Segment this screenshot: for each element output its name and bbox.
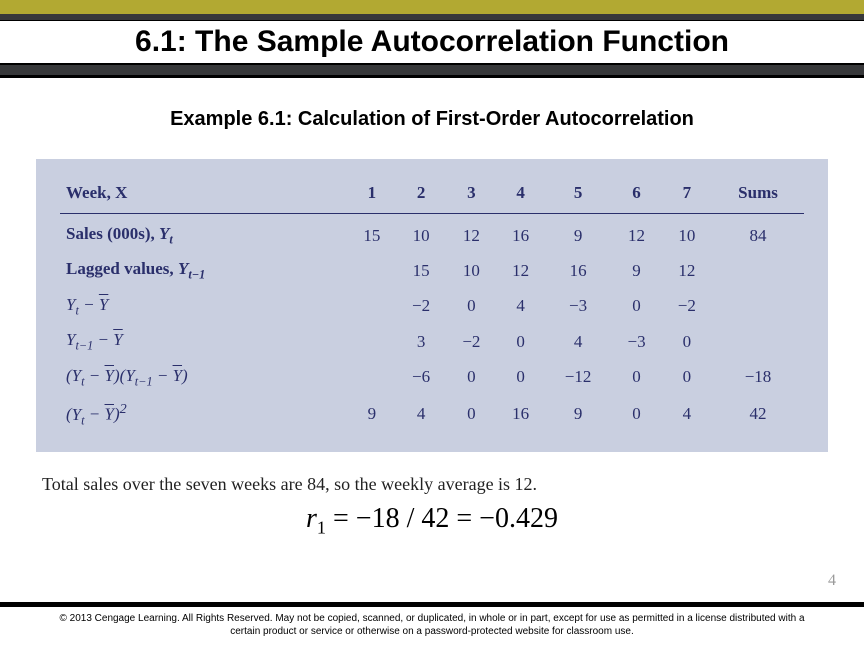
cell-sum xyxy=(712,253,804,288)
col-header: 3 xyxy=(446,177,496,214)
cell xyxy=(348,324,396,359)
cell: 4 xyxy=(396,395,446,434)
table-header-row: Week, X 1 2 3 4 5 6 7 Sums xyxy=(60,177,804,214)
cell: 0 xyxy=(497,324,545,359)
cell: 10 xyxy=(446,253,496,288)
table-row: Lagged values, Yt−1 15 10 12 16 9 12 xyxy=(60,253,804,288)
col-header: 2 xyxy=(396,177,446,214)
cell: 0 xyxy=(611,360,661,395)
footer: © 2013 Cengage Learning. All Rights Rese… xyxy=(0,602,864,648)
cell: 9 xyxy=(545,395,612,434)
cell: 10 xyxy=(662,214,712,254)
content-area: Example 6.1: Calculation of First-Order … xyxy=(0,78,864,539)
cell: 0 xyxy=(611,395,661,434)
cell: −12 xyxy=(545,360,612,395)
table-row: (Yt − Y)2 9 4 0 16 9 0 4 42 xyxy=(60,395,804,434)
col-header: 1 xyxy=(348,177,396,214)
cell: 12 xyxy=(662,253,712,288)
cell: −2 xyxy=(396,289,446,324)
row-label: (Yt − Y)2 xyxy=(60,395,348,434)
cell: 9 xyxy=(611,253,661,288)
cell: 9 xyxy=(348,395,396,434)
col-header: 6 xyxy=(611,177,661,214)
copyright-text: © 2013 Cengage Learning. All Rights Rese… xyxy=(0,607,864,648)
page-title: 6.1: The Sample Autocorrelation Function xyxy=(0,20,864,65)
cell: 4 xyxy=(497,289,545,324)
cell: 15 xyxy=(396,253,446,288)
page-number: 4 xyxy=(828,572,836,590)
cell: 16 xyxy=(497,395,545,434)
cell-sum xyxy=(712,324,804,359)
col-header: 5 xyxy=(545,177,612,214)
table-row: Yt − Y −2 0 4 −3 0 −2 xyxy=(60,289,804,324)
cell: −6 xyxy=(396,360,446,395)
cell: 16 xyxy=(545,253,612,288)
table-row: (Yt − Y)(Yt−1 − Y) −6 0 0 −12 0 0 −18 xyxy=(60,360,804,395)
row-label: Lagged values, Yt−1 xyxy=(60,253,348,288)
cell: 12 xyxy=(446,214,496,254)
row-label: Sales (000s), Yt xyxy=(60,214,348,254)
cell: 15 xyxy=(348,214,396,254)
col-header-label: Week, X xyxy=(60,177,348,214)
cell: 0 xyxy=(446,360,496,395)
cell: −2 xyxy=(446,324,496,359)
cell: 3 xyxy=(396,324,446,359)
cell: 0 xyxy=(662,324,712,359)
row-label: Yt − Y xyxy=(60,289,348,324)
cell: 4 xyxy=(545,324,612,359)
table-row: Sales (000s), Yt 15 10 12 16 9 12 10 84 xyxy=(60,214,804,254)
col-header: 7 xyxy=(662,177,712,214)
note-text: Total sales over the seven weeks are 84,… xyxy=(42,474,828,495)
cell-sum: 42 xyxy=(712,395,804,434)
cell: 0 xyxy=(662,360,712,395)
cell: 0 xyxy=(446,289,496,324)
cell: 12 xyxy=(611,214,661,254)
col-header: 4 xyxy=(497,177,545,214)
cell xyxy=(348,289,396,324)
subtitle: Example 6.1: Calculation of First-Order … xyxy=(36,108,828,131)
cell-sum xyxy=(712,289,804,324)
cell: 9 xyxy=(545,214,612,254)
cell: 16 xyxy=(497,214,545,254)
slide: 6.1: The Sample Autocorrelation Function… xyxy=(0,0,864,648)
cell-sum: 84 xyxy=(712,214,804,254)
row-label: Yt−1 − Y xyxy=(60,324,348,359)
title-bar: 6.1: The Sample Autocorrelation Function xyxy=(0,14,864,78)
table-row: Yt−1 − Y 3 −2 0 4 −3 0 xyxy=(60,324,804,359)
cell: 10 xyxy=(396,214,446,254)
cell: −3 xyxy=(545,289,612,324)
data-table-wrap: Week, X 1 2 3 4 5 6 7 Sums Sales (000s),… xyxy=(36,159,828,452)
cell-sum: −18 xyxy=(712,360,804,395)
col-header-sums: Sums xyxy=(712,177,804,214)
cell: −2 xyxy=(662,289,712,324)
row-label: (Yt − Y)(Yt−1 − Y) xyxy=(60,360,348,395)
cell xyxy=(348,253,396,288)
cell: −3 xyxy=(611,324,661,359)
cell: 12 xyxy=(497,253,545,288)
data-table: Week, X 1 2 3 4 5 6 7 Sums Sales (000s),… xyxy=(60,177,804,434)
cell xyxy=(348,360,396,395)
cell: 0 xyxy=(446,395,496,434)
cell: 0 xyxy=(611,289,661,324)
cell: 4 xyxy=(662,395,712,434)
equation: r1 = −18 / 42 = −0.429 xyxy=(36,503,828,539)
accent-bar xyxy=(0,0,864,14)
cell: 0 xyxy=(497,360,545,395)
